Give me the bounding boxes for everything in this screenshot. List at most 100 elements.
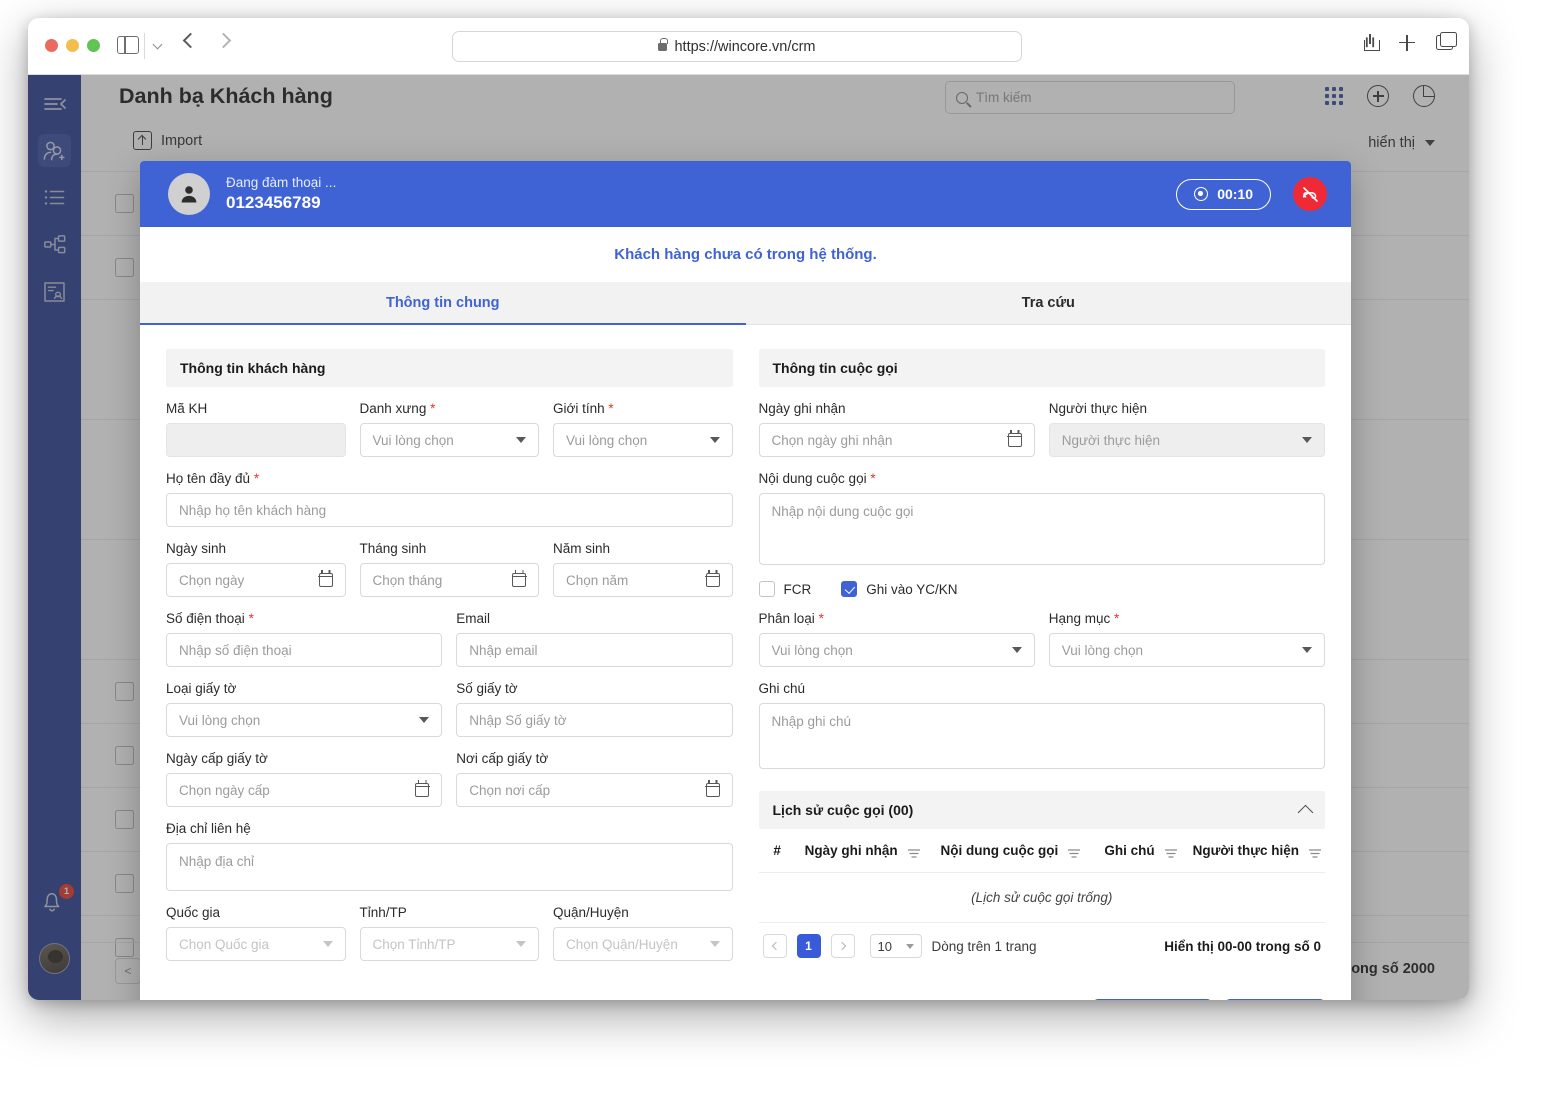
back-arrow-icon[interactable]	[182, 32, 199, 49]
minimize-window-button[interactable]	[66, 39, 79, 52]
noi-dung-textarea[interactable]: Nhập nội dung cuộc gọi	[758, 493, 1325, 565]
field-hang-muc: Hạng mục * Vui lòng chọn	[1048, 611, 1325, 667]
field-thang-sinh: Tháng sinh Chọn tháng	[359, 541, 539, 597]
field-nam-sinh: Năm sinh Chọn năm	[553, 541, 733, 597]
loai-giay-to-select[interactable]: Vui lòng chọn	[166, 703, 443, 737]
dia-chi-textarea[interactable]: Nhập địa chỉ	[166, 843, 733, 891]
filter-icon[interactable]	[1067, 846, 1081, 858]
ghi-chu-textarea[interactable]: Nhập ghi chú	[758, 703, 1325, 769]
browser-window: https://wincore.vn/crm 1 Danh bạ Khách h…	[28, 18, 1469, 1000]
hang-muc-select[interactable]: Vui lòng chọn	[1048, 633, 1325, 667]
ho-ten-input[interactable]: Nhập họ tên khách hàng	[166, 493, 733, 527]
customer-panel-title: Thông tin khách hàng	[166, 349, 733, 387]
quoc-gia-value: Chọn Quốc gia	[179, 936, 270, 952]
label-dia-chi: Địa chỉ liên hệ	[166, 821, 251, 836]
required-marker: *	[253, 471, 260, 486]
row-region: Quốc gia Chọn Quốc gia Tỉnh/TP Chọn Tỉnh…	[166, 905, 733, 961]
filter-icon[interactable]	[1163, 846, 1178, 858]
nam-sinh-input[interactable]: Chọn năm	[553, 563, 733, 597]
ngay-ghi-nhan-input[interactable]: Chọn ngày ghi nhận	[758, 423, 1035, 457]
label-noi-cap: Nơi cấp giấy tờ	[456, 751, 549, 766]
timer-value: 00:10	[1217, 186, 1253, 202]
ngay-sinh-input[interactable]: Chọn ngày	[166, 563, 346, 597]
schedule-appointment-button[interactable]: Đặt lịch hẹn	[1092, 999, 1213, 1000]
email-input[interactable]: Nhập email	[456, 633, 733, 667]
thang-sinh-value: Chọn tháng	[372, 572, 443, 588]
sidebar-toggle-icon[interactable]	[117, 36, 139, 54]
fcr-checkbox[interactable]: FCR	[758, 581, 811, 597]
col-nguoi-thuc-hien: Người thực hiện	[1188, 829, 1325, 873]
forward-arrow-icon[interactable]	[215, 32, 232, 49]
row-ma-kh: Mã KH Danh xưng * Vui lòng chọn Giới tín…	[166, 401, 733, 457]
call-history-table: # Ngày ghi nhận Nội dung cuộc gọi Ghi ch…	[758, 829, 1325, 923]
label-nam-sinh: Năm sinh	[553, 541, 611, 556]
tab-thong-tin-chung[interactable]: Thông tin chung	[140, 282, 746, 325]
quoc-gia-select[interactable]: Chọn Quốc gia	[166, 927, 346, 961]
danh-xung-value: Vui lòng chọn	[372, 432, 454, 448]
call-history-header[interactable]: Lịch sử cuộc gọi (00)	[758, 791, 1325, 829]
phan-loai-select[interactable]: Vui lòng chọn	[758, 633, 1035, 667]
empty-message: (Lịch sử cuộc gọi trống)	[758, 872, 1325, 923]
customer-not-found-notice: Khách hàng chưa có trong hệ thống.	[614, 246, 877, 263]
ghi-vao-yckn-checkbox[interactable]: Ghi vào YC/KN	[841, 581, 958, 597]
quan-huyen-select[interactable]: Chọn Quận/Huyện	[553, 927, 733, 961]
field-ngay-sinh: Ngày sinh Chọn ngày	[166, 541, 346, 597]
call-timer[interactable]: 00:10	[1176, 178, 1271, 210]
danh-xung-select[interactable]: Vui lòng chọn	[359, 423, 539, 457]
field-tinh-tp: Tỉnh/TP Chọn Tỉnh/TP	[359, 905, 539, 961]
tab-overview-icon[interactable]	[1436, 32, 1457, 50]
row-phan-loai: Phân loại * Vui lòng chọn Hạng mục * Vui…	[758, 611, 1325, 667]
ngay-ghi-nhan-value: Chọn ngày ghi nhận	[771, 432, 893, 448]
close-window-button[interactable]	[45, 39, 58, 52]
row-cap-giay-to: Ngày cấp giấy tờ Chọn ngày cấp Nơi cấp g…	[166, 751, 733, 807]
thang-sinh-input[interactable]: Chọn tháng	[359, 563, 539, 597]
calendar-icon	[705, 570, 720, 587]
record-icon	[1194, 187, 1209, 201]
col-ghi-chu: Ghi chú	[1092, 829, 1189, 873]
required-marker: *	[1114, 611, 1120, 626]
modal-footer: Đặt lịch hẹn Cập nhật	[140, 985, 1351, 1000]
label-ghi-chu: Ghi chú	[758, 681, 806, 696]
caller-info: Đang đàm thoại ... 0123456789	[226, 173, 336, 216]
filter-icon[interactable]	[907, 846, 921, 858]
chrome-divider	[144, 33, 145, 59]
filter-icon[interactable]	[1308, 846, 1322, 858]
quan-huyen-value: Chọn Quận/Huyện	[566, 936, 678, 952]
chevron-down-icon	[516, 941, 526, 947]
page-size-select[interactable]: 10	[869, 934, 922, 958]
required-marker: *	[608, 401, 614, 416]
label-so-giay-to: Số giấy tờ	[456, 681, 518, 696]
chevron-down-icon	[419, 717, 430, 723]
field-ho-ten: Họ tên đầy đủ * Nhập họ tên khách hàng	[166, 471, 733, 527]
ngay-cap-input[interactable]: Chọn ngày cấp	[166, 773, 443, 807]
so-dien-thoai-input[interactable]: Nhập số điện thoại	[166, 633, 443, 667]
label-ngay-sinh: Ngày sinh	[166, 541, 227, 556]
calendar-icon	[414, 780, 430, 797]
page-1-button[interactable]: 1	[796, 934, 821, 958]
col-index: #	[758, 829, 796, 873]
field-so-dien-thoai: Số điện thoại * Nhập số điện thoại	[166, 611, 443, 667]
gioi-tinh-select[interactable]: Vui lòng chọn	[553, 423, 733, 457]
field-noi-dung: Nội dung cuộc gọi * Nhập nội dung cuộc g…	[758, 471, 1325, 565]
so-giay-to-input[interactable]: Nhập Số giấy tờ	[456, 703, 733, 737]
chevron-up-icon[interactable]	[1297, 804, 1314, 820]
noi-cap-input[interactable]: Chọn nơi cấp	[456, 773, 733, 807]
address-bar[interactable]: https://wincore.vn/crm	[452, 31, 1022, 62]
prev-page-button[interactable]	[762, 934, 787, 958]
update-button[interactable]: Cập nhật	[1225, 999, 1325, 1000]
tab-tra-cuu[interactable]: Tra cứu	[746, 282, 1352, 324]
call-modal: Đang đàm thoại ... 0123456789 00:10 Khác	[140, 161, 1351, 1000]
gioi-tinh-value: Vui lòng chọn	[566, 432, 648, 448]
maximize-window-button[interactable]	[87, 39, 100, 52]
call-info-column: Thông tin cuộc gọi Ngày ghi nhận Chọn ng…	[758, 349, 1325, 985]
label-ma-kh: Mã KH	[166, 401, 208, 416]
row-birth: Ngày sinh Chọn ngày Tháng sinh Chọn thán…	[166, 541, 733, 597]
end-call-button[interactable]	[1293, 177, 1327, 211]
tinh-tp-select[interactable]: Chọn Tỉnh/TP	[359, 927, 539, 961]
plus-icon[interactable]	[1399, 34, 1415, 51]
checkbox-box	[758, 581, 775, 597]
field-ghi-chu: Ghi chú Nhập ghi chú	[758, 681, 1325, 769]
share-icon[interactable]	[1364, 34, 1380, 51]
next-page-button[interactable]	[830, 934, 855, 958]
chevron-down-icon[interactable]	[152, 39, 163, 50]
